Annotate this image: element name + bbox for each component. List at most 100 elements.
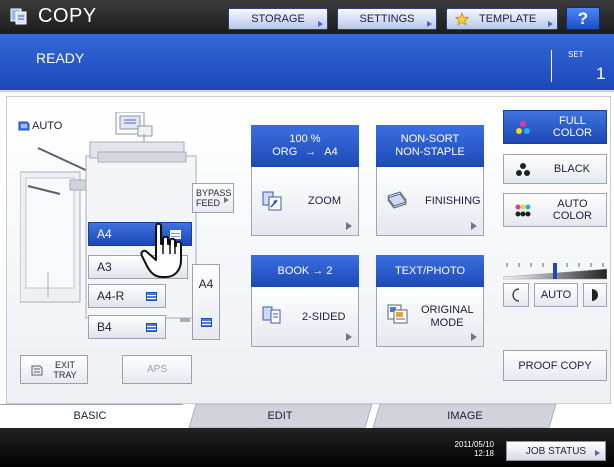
zoom-paper: A4 [324,146,338,158]
date-text: 2011/05/10 [454,440,494,449]
tray-3-size: A4-R [97,289,125,303]
finishing-label: FINISHING [425,195,481,207]
top-bar: COPY STORAGE SETTINGS TEMPLATE ? [0,0,614,34]
tab-image[interactable]: IMAGE [415,404,515,428]
density-darker-button[interactable] [583,283,607,307]
tray-2-size: A3 [97,260,112,274]
zoom-corner-icon [346,222,352,230]
divider [0,90,614,92]
full-color-button[interactable]: FULL COLOR [503,110,607,144]
aps-label: APS [146,364,167,375]
tab-edit[interactable]: EDIT [230,404,330,428]
finishing-icon [387,191,407,209]
zoom-icon [262,191,282,211]
hand-pointer-icon [140,222,182,278]
original-mode-label-2: MODE [430,317,464,329]
finishing-line1: NON-SORT [400,133,460,145]
zoom-arrow: → [305,146,317,158]
set-label: SET [568,50,584,59]
density-lighter-button[interactable] [503,283,529,307]
set-divider [551,50,552,82]
paper-stack-icon [146,292,157,301]
tray-1-size: A4 [97,227,112,241]
darker-icon [592,289,598,301]
original-mode-text: ORIGINAL MODE [421,304,474,330]
zoom-status: 100 % ORG → A4 [251,125,359,167]
auto-label: AUTO [32,120,63,132]
paper-stack-icon [200,318,212,327]
two-sided-button[interactable]: 2-SIDED [251,287,359,347]
auto-color-line2: COLOR [552,210,592,222]
tab-basic-label: BASIC [73,410,107,422]
footer-bar: 2011/05/10 12:18 JOB STATUS [0,428,614,467]
exit-tray-label-2: TRAY [53,369,77,380]
settings-label: SETTINGS [359,13,415,25]
zoom-button[interactable]: ZOOM [251,167,359,236]
tab-basic[interactable]: BASIC [40,404,140,428]
paper-stack-icon [146,323,157,332]
density-scale [503,263,607,280]
tab-image-label: IMAGE [447,410,483,422]
aps-button[interactable]: APS [122,355,192,384]
zoom-orig-line: ORG → A4 [272,146,338,159]
tray-4[interactable]: B4 [88,315,166,339]
original-doc-icon [18,121,30,131]
date-time: 2011/05/10 12:18 [442,440,494,458]
job-status-arrow-icon [595,450,600,456]
lcf-tray[interactable]: A4 [192,264,220,340]
full-color-line2: COLOR [552,127,592,139]
black-icon [516,163,530,176]
black-label: BLACK [553,163,590,175]
time-text: 12:18 [473,449,494,458]
full-color-icon [516,121,530,134]
auto-original-indicator: AUTO [18,120,62,132]
zoom-orig: ORG [272,146,298,158]
original-mode-corner-icon [471,333,477,341]
template-label: TEMPLATE [479,13,537,25]
original-mode-head: TEXT/PHOTO [394,264,466,277]
proof-copy-button[interactable]: PROOF COPY [503,350,607,381]
auto-color-line1: AUTO [557,198,588,210]
exit-tray-icon [31,365,43,375]
two-sided-label: 2-SIDED [302,311,346,323]
lcf-size: A4 [198,277,214,291]
tray-4-size: B4 [97,320,112,334]
help-button[interactable]: ? [566,7,600,30]
proof-copy-label: PROOF COPY [518,359,592,372]
settings-arrow-icon [427,21,432,27]
original-mode-status: TEXT/PHOTO [376,255,484,287]
lighter-icon [512,288,520,302]
template-button[interactable]: TEMPLATE [446,8,558,30]
duplex-status: BOOK → 2 [251,255,359,287]
bypass-label-2: FEED [196,198,221,208]
finishing-button[interactable]: FINISHING [376,167,484,236]
full-color-label: FULL COLOR [553,111,592,143]
density-auto-label: AUTO [540,289,572,301]
storage-button[interactable]: STORAGE [228,8,328,30]
bypass-feed-button[interactable]: BYPASS FEED [192,183,234,213]
density-marker [553,263,557,279]
finishing-line2: NON-STAPLE [395,146,465,158]
two-sided-icon [262,306,281,324]
zoom-ratio: 100 % [289,133,321,145]
original-mode-label-1: ORIGINAL [421,304,474,316]
set-count: 1 [596,64,606,83]
original-mode-icon [387,304,408,324]
job-status-label: JOB STATUS [525,445,587,457]
status-band: READY SET 1 [0,34,614,90]
duplex-head: BOOK → 2 [277,264,333,277]
auto-color-button[interactable]: AUTO COLOR [503,193,607,227]
tray-3[interactable]: A4-R [88,284,166,308]
exit-tray-text: EXIT TRAY [53,360,76,380]
copy-screen: COPY STORAGE SETTINGS TEMPLATE ? READY S… [0,0,614,467]
density-auto-button[interactable]: AUTO [534,283,578,307]
original-mode-button[interactable]: ORIGINAL MODE [376,287,484,347]
status-text: READY [36,50,85,66]
two-sided-corner-icon [346,333,352,341]
black-button[interactable]: BLACK [503,154,607,184]
app-title: COPY [38,5,97,27]
star-icon [455,12,469,26]
exit-tray-button[interactable]: EXIT TRAY [20,355,88,384]
settings-button[interactable]: SETTINGS [337,8,437,30]
job-status-button[interactable]: JOB STATUS [506,441,606,461]
